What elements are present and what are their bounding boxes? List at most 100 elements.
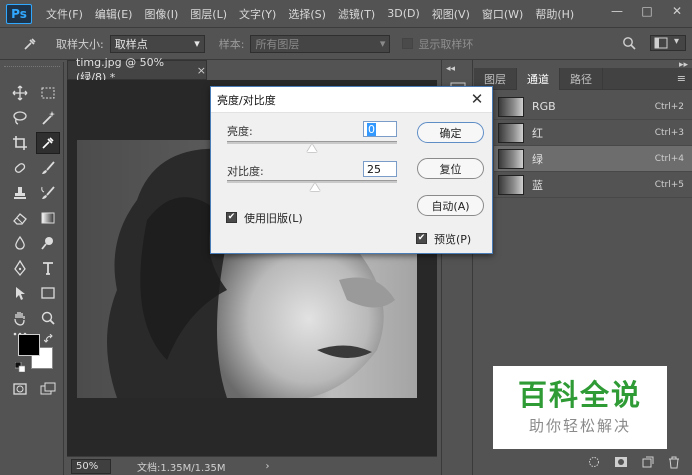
chevron-right-icon[interactable]: › [266, 461, 270, 472]
load-selection-icon[interactable] [588, 456, 600, 471]
swap-colors-icon[interactable] [43, 333, 54, 347]
chevron-down-icon: ▾ [379, 37, 386, 50]
reset-button[interactable]: 复位 [417, 158, 484, 179]
crop-tool-icon[interactable] [8, 132, 32, 154]
panel-footer [474, 452, 692, 475]
channel-name: 蓝 [532, 178, 543, 192]
magic-wand-tool-icon[interactable] [36, 107, 60, 129]
move-tool-icon[interactable] [8, 82, 32, 104]
auto-button[interactable]: 自动(A) [417, 195, 484, 216]
sample-value: 所有图层 [255, 37, 300, 51]
healing-brush-tool-icon[interactable] [8, 157, 32, 179]
channel-row-red[interactable]: 红 Ctrl+3 [494, 120, 692, 146]
menu-type[interactable]: 文字(Y) [233, 6, 282, 22]
channel-shortcut: Ctrl+2 [654, 101, 684, 112]
contrast-value: 25 [367, 162, 381, 176]
sample-select[interactable]: 所有图层 ▾ [250, 34, 391, 53]
sample-size-value: 取样点 [114, 37, 148, 51]
lasso-tool-icon[interactable] [8, 107, 32, 129]
menu-layer[interactable]: 图层(L) [184, 6, 233, 22]
panel-tab-bar: 图层 通道 路径 [474, 68, 692, 90]
channel-row-green[interactable]: 绿 Ctrl+4 [494, 146, 692, 172]
document-tab[interactable]: timg.jpg @ 50%(绿/8) * × [67, 56, 207, 84]
zoom-level-input[interactable]: 50% [71, 458, 111, 474]
window-controls: — □ ✕ [602, 0, 692, 22]
path-selection-tool-icon[interactable] [8, 282, 32, 304]
search-icon[interactable] [622, 36, 636, 53]
tab-paths[interactable]: 路径 [560, 68, 603, 90]
history-brush-tool-icon[interactable] [36, 182, 60, 204]
ok-button[interactable]: 确定 [417, 122, 484, 143]
close-icon[interactable]: ✕ [468, 90, 486, 108]
menu-filter[interactable]: 滤镜(T) [332, 6, 381, 22]
menu-file[interactable]: 文件(F) [40, 6, 89, 22]
preview-label: 预览(P) [434, 233, 472, 246]
channel-thumbnail [498, 122, 524, 143]
show-ring-checkbox[interactable] [402, 38, 414, 49]
trash-icon[interactable] [668, 456, 680, 472]
dodge-tool-icon[interactable] [36, 232, 60, 254]
eyedropper-tool-icon[interactable] [36, 132, 60, 154]
quick-mask-icon[interactable] [8, 378, 32, 400]
channel-shortcut: Ctrl+5 [654, 179, 684, 190]
channel-thumbnail [498, 96, 524, 117]
type-tool-icon[interactable] [36, 257, 60, 279]
eyedropper-preset-icon[interactable] [18, 33, 42, 55]
contrast-slider-thumb[interactable] [310, 183, 321, 191]
default-colors-icon[interactable] [14, 361, 26, 375]
collapse-arrows-icon[interactable]: ◂◂ [446, 64, 455, 74]
menu-image[interactable]: 图像(I) [138, 6, 184, 22]
foreground-color-swatch[interactable] [18, 334, 40, 356]
pen-tool-icon[interactable] [8, 257, 32, 279]
workspace-switcher[interactable]: ▾ [650, 35, 686, 51]
minimize-button[interactable]: — [602, 0, 632, 22]
channel-row-rgb[interactable]: RGB Ctrl+2 [494, 94, 692, 120]
channel-row-blue[interactable]: 蓝 Ctrl+5 [494, 172, 692, 198]
save-selection-icon[interactable] [614, 456, 628, 471]
clone-stamp-tool-icon[interactable] [8, 182, 32, 204]
menu-view[interactable]: 视图(V) [426, 6, 476, 22]
brightness-value: 0 [367, 122, 376, 136]
eraser-tool-icon[interactable] [8, 207, 32, 229]
brush-tool-icon[interactable] [36, 157, 60, 179]
channel-shortcut: Ctrl+3 [654, 127, 684, 138]
toolbar-grip[interactable] [4, 66, 60, 68]
menu-3d[interactable]: 3D(D) [381, 7, 426, 20]
menu-window[interactable]: 窗口(W) [476, 6, 529, 22]
menu-edit[interactable]: 编辑(E) [89, 6, 139, 22]
marquee-tool-icon[interactable] [36, 82, 60, 104]
brightness-contrast-dialog: 亮度/对比度 ✕ 亮度: 0 对比度: 25 ✔ 使用旧版(L) 确定 复位 自… [210, 86, 493, 254]
screen-mode-icon[interactable] [36, 378, 60, 400]
rectangle-tool-icon[interactable] [36, 282, 60, 304]
close-icon[interactable]: × [197, 64, 206, 77]
chevron-down-icon: ▾ [674, 36, 680, 47]
sample-size-select[interactable]: 取样点 ▾ [109, 34, 205, 53]
legacy-label: 使用旧版(L) [244, 212, 303, 225]
brightness-input[interactable]: 0 [363, 121, 397, 137]
channel-shortcut: Ctrl+4 [654, 153, 684, 164]
hand-tool-icon[interactable] [8, 307, 32, 329]
legacy-checkbox[interactable]: ✔ [226, 212, 237, 223]
watermark-logo: 百科全说 助你轻松解决 [493, 366, 667, 449]
zoom-tool-icon[interactable] [36, 307, 60, 329]
menu-select[interactable]: 选择(S) [282, 6, 332, 22]
blur-tool-icon[interactable] [8, 232, 32, 254]
close-button[interactable]: ✕ [662, 0, 692, 22]
brightness-slider-thumb[interactable] [307, 144, 317, 152]
new-channel-icon[interactable] [642, 456, 654, 471]
show-ring-label: 显示取样环 [418, 37, 474, 51]
contrast-label: 对比度: [227, 165, 264, 178]
dialog-title: 亮度/对比度 [211, 87, 492, 113]
watermark-title: 百科全说 [517, 378, 642, 412]
maximize-button[interactable]: □ [632, 0, 662, 22]
channel-name: 绿 [532, 152, 543, 166]
preview-checkbox[interactable]: ✔ [416, 233, 427, 244]
status-bar: 50% 文档:1.35M/1.35M › [67, 456, 437, 475]
panel-menu-icon[interactable]: ≡ [677, 72, 686, 85]
channel-name: 红 [532, 126, 543, 140]
contrast-input[interactable]: 25 [363, 161, 397, 177]
gradient-tool-icon[interactable] [36, 207, 60, 229]
tab-channels[interactable]: 通道 [517, 68, 560, 90]
sample-label: 样本: [218, 37, 245, 51]
menu-help[interactable]: 帮助(H) [529, 6, 580, 22]
